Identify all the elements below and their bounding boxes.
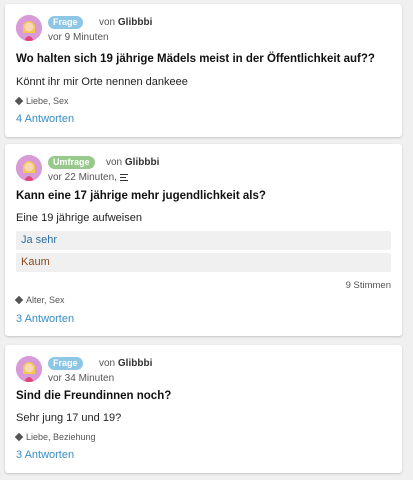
card-header: Frage von Glibbbi vor 9 Minuten [16, 15, 386, 45]
poll-option-ja-sehr[interactable]: Ja sehr [16, 231, 391, 250]
question-body: Sehr jung 17 und 19? [16, 412, 122, 424]
author-name[interactable]: Glibbbi [118, 17, 152, 28]
card-header: Umfrage von Glibbbi vor 22 Minuten, [16, 155, 386, 185]
tags: Liebe, Beziehung [14, 432, 96, 442]
poll-option-kaum[interactable]: Kaum [16, 253, 391, 272]
tags: Liebe, Sex [14, 96, 69, 106]
author-name[interactable]: Glibbbi [125, 157, 159, 168]
post-time-line: vor 22 Minuten, [48, 172, 128, 184]
post-time: vor 22 Minuten, [48, 172, 117, 183]
question-title[interactable]: Sind die Freundinnen noch? [16, 390, 171, 402]
question-card[interactable]: Frage von Glibbbi vor 9 Minuten Wo halte… [5, 4, 402, 137]
answers-link[interactable]: 3 Antworten [16, 313, 74, 325]
by-prefix: von [99, 358, 116, 369]
answers-link[interactable]: 4 Antworten [16, 113, 74, 125]
author-line: von Glibbbi [106, 156, 159, 169]
tag-list[interactable]: Alter, Sex [26, 295, 65, 305]
tags: Alter, Sex [14, 295, 65, 305]
post-time: vor 34 Minuten [48, 373, 115, 384]
post-time: vor 9 Minuten [48, 32, 109, 43]
tag-icon [14, 432, 24, 441]
tag-list[interactable]: Liebe, Beziehung [26, 432, 96, 442]
author-name[interactable]: Glibbbi [118, 358, 152, 369]
by-prefix: von [106, 157, 123, 168]
poll-body: Eine 19 jährige aufweisen [16, 212, 142, 224]
tag-icon [14, 295, 24, 304]
tag-icon [14, 96, 24, 105]
card-header: Frage von Glibbbi vor 34 Minuten [16, 356, 386, 386]
question-card[interactable]: Frage von Glibbbi vor 34 Minuten Sind di… [5, 345, 402, 473]
avatar[interactable] [16, 155, 42, 181]
poll-title[interactable]: Kann eine 17 jährige mehr jugendlichkeit… [16, 190, 266, 202]
question-feed: Frage von Glibbbi vor 9 Minuten Wo halte… [0, 0, 413, 480]
question-body: Könnt ihr mir Orte nennen dankeee [16, 76, 188, 88]
question-type-badge: Frage [48, 16, 83, 29]
author-line: von Glibbbi [99, 16, 152, 29]
poll-list-icon [119, 172, 128, 183]
tag-list[interactable]: Liebe, Sex [26, 96, 69, 106]
answers-link[interactable]: 3 Antworten [16, 449, 74, 461]
avatar[interactable] [16, 15, 42, 41]
question-type-badge: Frage [48, 357, 83, 370]
avatar[interactable] [16, 356, 42, 382]
vote-count: 9 Stimmen [345, 280, 391, 291]
author-line: von Glibbbi [99, 357, 152, 370]
by-prefix: von [99, 17, 116, 28]
poll-card[interactable]: Umfrage von Glibbbi vor 22 Minuten, Kann… [5, 144, 402, 336]
question-title[interactable]: Wo halten sich 19 jährige Mädels meist i… [16, 53, 375, 65]
poll-type-badge: Umfrage [48, 156, 95, 169]
